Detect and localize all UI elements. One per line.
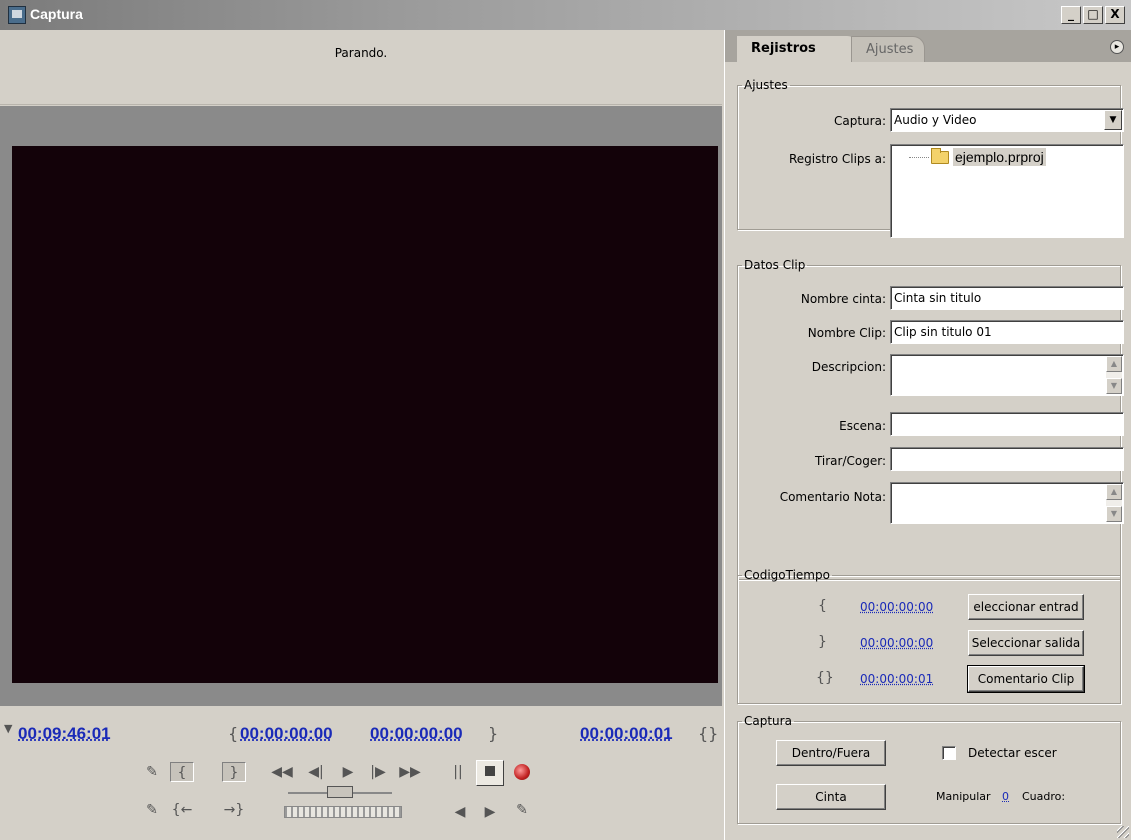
record-icon <box>514 764 530 780</box>
cuadro-label: Cuadro: <box>1022 790 1065 803</box>
nombre-cinta-field[interactable]: Cinta sin titulo <box>890 286 1124 310</box>
registro-clips-label: Registro Clips a: <box>758 152 886 166</box>
project-name[interactable]: ejemplo.prproj <box>953 148 1046 166</box>
title-bar[interactable]: Captura _ □ X <box>0 0 1131 30</box>
close-button[interactable]: X <box>1105 6 1125 24</box>
comentario-nota-field[interactable]: ▲ ▼ <box>890 482 1124 524</box>
comentario-nota-label: Comentario Nota: <box>738 490 886 504</box>
step-back-icon[interactable]: ◀| <box>304 762 328 782</box>
in-point-timecode[interactable]: 00:00:00:00 <box>240 724 333 744</box>
capture-status: Parando. <box>0 46 722 60</box>
tirar-coger-label: Tirar/Coger: <box>748 454 886 468</box>
duration-icon: {} <box>698 724 718 743</box>
stop-icon <box>485 766 495 776</box>
set-in-clap-icon[interactable]: ✎ <box>140 762 164 782</box>
current-time-marker-icon: ▼ <box>4 722 12 735</box>
escena-field[interactable] <box>890 412 1124 436</box>
panel-tabs: Rejistros Ajustes ▸ <box>725 30 1131 62</box>
ajustes-group: Ajustes Captura: Audio y Video ▼ Registr… <box>737 78 1121 230</box>
timecode-row: ▼ 00:09:46:01 { 00:00:00:00 00:00:00:00 … <box>0 720 722 750</box>
tab-rejistros[interactable]: Rejistros <box>737 36 859 62</box>
escena-label: Escena: <box>748 419 886 433</box>
manipular-label: Manipular <box>936 790 991 803</box>
shuttle-knob[interactable] <box>327 786 353 798</box>
panel-menu-icon[interactable]: ▸ <box>1110 40 1124 54</box>
play-icon[interactable]: ▶ <box>336 762 360 782</box>
in-point-icon: { <box>818 598 827 614</box>
codigo-tiempo-group: CodigoTiempo { 00:00:00:00 eleccionar en… <box>737 568 1121 704</box>
set-out-clap-icon[interactable]: ✎ <box>140 800 164 820</box>
duration-icon: {} <box>816 670 834 686</box>
seleccionar-entrada-button[interactable]: eleccionar entrad <box>968 594 1084 620</box>
in-point-icon: { <box>228 724 238 743</box>
tab-ajustes[interactable]: Ajustes <box>851 36 925 62</box>
app-icon <box>8 6 26 24</box>
dentro-fuera-button[interactable]: Dentro/Fuera <box>776 740 886 766</box>
fast-forward-icon[interactable]: ▶▶ <box>398 762 422 782</box>
captura-group: Captura Dentro/Fuera Cinta Detectar esce… <box>737 714 1121 824</box>
folder-icon <box>931 151 949 164</box>
go-to-out-icon[interactable]: →} <box>222 800 246 820</box>
stop-button[interactable] <box>476 760 504 786</box>
status-area: Parando. <box>0 30 722 105</box>
out-timecode[interactable]: 00:00:00:00 <box>860 636 933 650</box>
nombre-clip-field[interactable]: Clip sin titulo 01 <box>890 320 1124 344</box>
captura-select[interactable]: Audio y Video ▼ <box>890 108 1124 132</box>
out-point-icon: } <box>818 634 827 650</box>
captura-value: Audio y Video <box>894 113 976 127</box>
mark-out-button[interactable]: } <box>222 762 246 782</box>
ajustes-legend: Ajustes <box>742 78 790 92</box>
project-tree[interactable]: ejemplo.prproj <box>890 144 1124 238</box>
datos-clip-legend: Datos Clip <box>742 258 807 272</box>
nombre-cinta-label: Nombre cinta: <box>748 292 886 306</box>
descripcion-field[interactable]: ▲ ▼ <box>890 354 1124 396</box>
detectar-escenas-label: Detectar escer <box>968 746 1057 760</box>
transport-controls: ✎ { } ◀◀ ◀| ▶ |▶ ▶▶ || ✎ {← →} ◀ ▶ ✎ <box>140 758 590 838</box>
descripcion-scrollbar[interactable]: ▲ ▼ <box>1106 356 1122 394</box>
logging-panel: Rejistros Ajustes ▸ Ajustes Captura: Aud… <box>724 30 1131 840</box>
detectar-escenas-checkbox[interactable] <box>942 746 956 760</box>
captura-label: Captura: <box>758 114 886 128</box>
chevron-down-icon[interactable]: ▼ <box>1104 110 1122 130</box>
duration-timecode[interactable]: 00:00:00:01 <box>580 724 673 744</box>
cinta-button[interactable]: Cinta <box>776 784 886 810</box>
seleccionar-salida-button[interactable]: Seleccionar salida <box>968 630 1084 656</box>
current-timecode[interactable]: 00:09:46:01 <box>18 724 111 744</box>
captura-legend: Captura <box>742 714 794 728</box>
descripcion-label: Descripcion: <box>748 360 886 374</box>
comentario-clip-button[interactable]: Comentario Clip <box>968 666 1084 692</box>
codigo-tiempo-legend: CodigoTiempo <box>742 568 832 582</box>
slow-play-icon[interactable]: ▶ <box>478 802 502 822</box>
scroll-up-icon[interactable]: ▲ <box>1106 356 1122 372</box>
datos-clip-group: Datos Clip Nombre cinta: Cinta sin titul… <box>737 258 1121 580</box>
out-point-timecode[interactable]: 00:00:00:00 <box>370 724 463 744</box>
resize-grip[interactable] <box>1117 826 1129 838</box>
comentario-scrollbar[interactable]: ▲ ▼ <box>1106 484 1122 522</box>
maximize-button[interactable]: □ <box>1083 6 1103 24</box>
rewind-icon[interactable]: ◀◀ <box>270 762 294 782</box>
duration-timecode-small[interactable]: 00:00:00:01 <box>860 672 933 686</box>
in-timecode[interactable]: 00:00:00:00 <box>860 600 933 614</box>
window-controls: _ □ X <box>1061 6 1125 24</box>
tirar-coger-field[interactable] <box>890 447 1124 471</box>
slow-reverse-icon[interactable]: ◀ <box>448 802 472 822</box>
jog-wheel[interactable] <box>284 806 402 818</box>
pause-icon[interactable]: || <box>446 762 470 782</box>
step-forward-icon[interactable]: |▶ <box>366 762 390 782</box>
scroll-down-icon[interactable]: ▼ <box>1106 506 1122 522</box>
go-to-in-icon[interactable]: {← <box>170 800 194 820</box>
scene-search-icon[interactable]: ✎ <box>510 800 534 820</box>
scroll-down-icon[interactable]: ▼ <box>1106 378 1122 394</box>
minimize-button[interactable]: _ <box>1061 6 1081 24</box>
mark-in-button[interactable]: { <box>170 762 194 782</box>
record-button[interactable] <box>510 762 534 782</box>
window-title: Captura <box>30 6 83 22</box>
nombre-clip-label: Nombre Clip: <box>748 326 886 340</box>
manipular-value[interactable]: 0 <box>1002 790 1009 803</box>
scroll-up-icon[interactable]: ▲ <box>1106 484 1122 500</box>
out-point-icon: } <box>488 724 498 743</box>
capture-preview <box>12 146 718 683</box>
